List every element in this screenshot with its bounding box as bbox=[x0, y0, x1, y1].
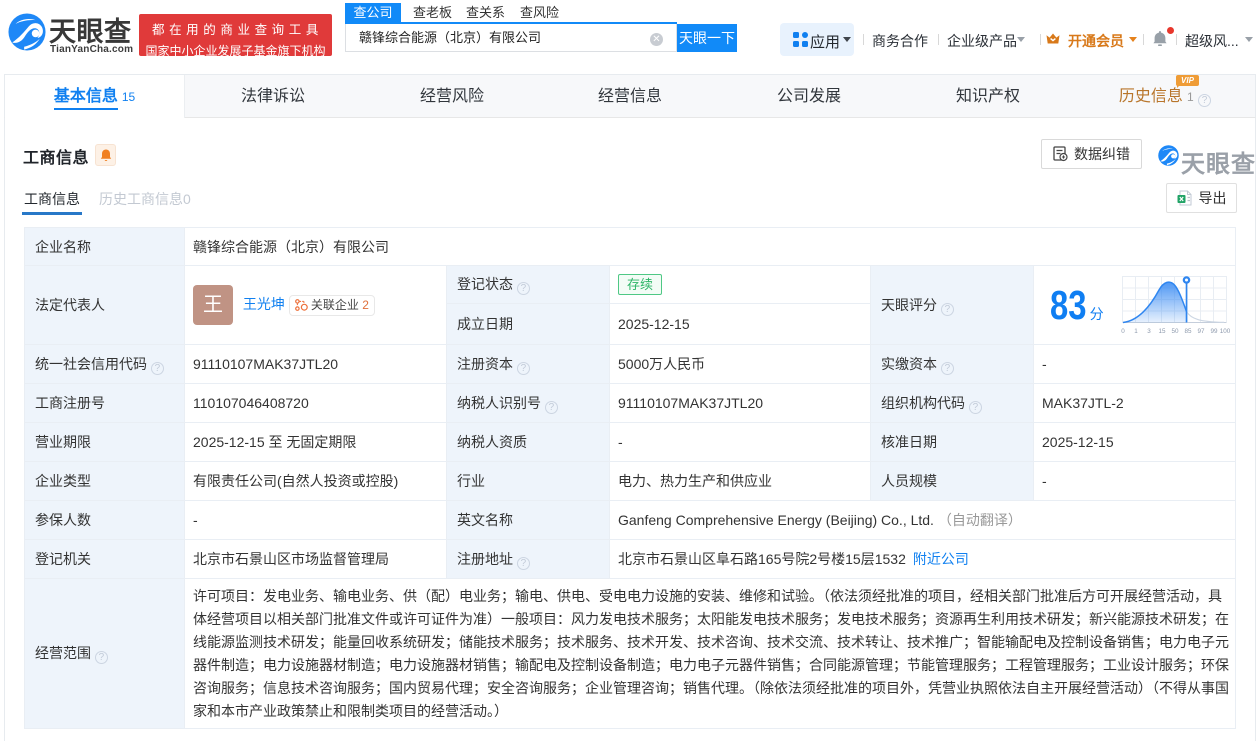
svg-text:100: 100 bbox=[1220, 328, 1230, 335]
svg-text:1: 1 bbox=[1134, 328, 1138, 335]
svg-text:15: 15 bbox=[1158, 328, 1166, 335]
svg-text:97: 97 bbox=[1197, 328, 1205, 335]
svg-text:50: 50 bbox=[1171, 328, 1179, 335]
svg-text:0: 0 bbox=[1121, 328, 1125, 335]
svg-text:3: 3 bbox=[1147, 328, 1151, 335]
svg-text:99: 99 bbox=[1210, 328, 1218, 335]
svg-text:85: 85 bbox=[1184, 328, 1192, 335]
